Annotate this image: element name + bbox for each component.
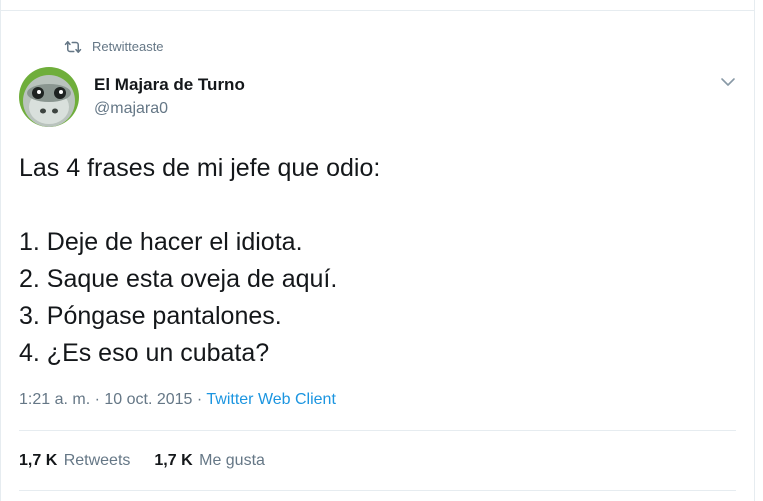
retweets-label: Retweets: [63, 452, 131, 469]
tweet-line: [19, 187, 719, 224]
likes-stat[interactable]: 1,7 K Me gusta: [154, 452, 265, 470]
tweet-timestamp[interactable]: 1:21 a. m. · 10 oct. 2015 ·: [19, 391, 206, 408]
tweet-line: 2. Saque esta oveja de aquí.: [19, 265, 338, 293]
top-divider: [1, 10, 754, 11]
tweet-source-link[interactable]: Twitter Web Client: [206, 391, 336, 408]
tweet-meta: 1:21 a. m. · 10 oct. 2015 · Twitter Web …: [19, 391, 336, 409]
retweet-context: Retwitteaste: [64, 39, 164, 54]
author-display-name[interactable]: El Majara de Turno: [94, 75, 245, 95]
tweet-line: 3. Póngase pantalones.: [19, 302, 282, 330]
tweet-line: 4. ¿Es eso un cubata?: [19, 339, 270, 367]
retweets-count: 1,7 K: [19, 452, 58, 469]
tweet-card: Retwitteaste El Majara de Turno @majara0…: [0, 0, 755, 501]
author-handle[interactable]: @majara0: [94, 99, 245, 119]
avatar[interactable]: [19, 67, 79, 127]
author-block: El Majara de Turno @majara0: [94, 75, 245, 119]
tweet-line: Las 4 frases de mi jefe que odio:: [19, 154, 381, 182]
retweet-context-label: Retwitteaste: [92, 39, 164, 54]
tweet-text: Las 4 frases de mi jefe que odio: 1. Dej…: [19, 150, 719, 372]
tweet-line: 1. Deje de hacer el idiota.: [19, 228, 303, 256]
sheep-avatar-icon: [19, 67, 79, 127]
tweet-stats: 1,7 K Retweets 1,7 K Me gusta: [19, 452, 289, 470]
likes-count: 1,7 K: [154, 452, 193, 469]
likes-label: Me gusta: [199, 452, 265, 469]
meta-divider: [19, 430, 736, 431]
retweet-icon: [64, 40, 82, 53]
chevron-down-icon[interactable]: [720, 74, 736, 90]
retweets-stat[interactable]: 1,7 K Retweets: [19, 452, 130, 470]
stats-divider: [19, 490, 736, 491]
